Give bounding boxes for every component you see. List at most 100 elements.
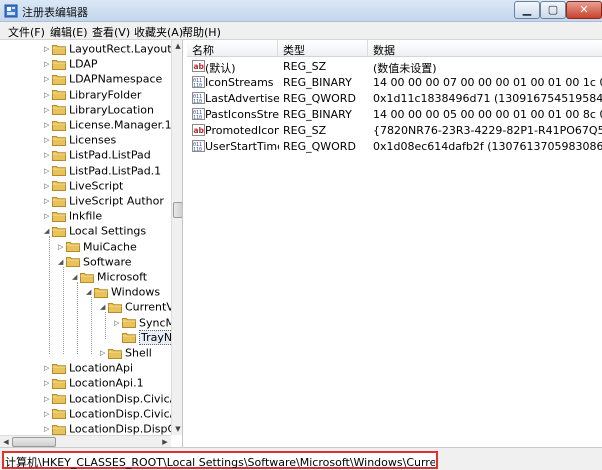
menu-help[interactable]: 帮助(H)	[182, 24, 221, 40]
scroll-up-icon[interactable]: ▲	[172, 40, 182, 52]
menu-file[interactable]: 文件(F)	[8, 24, 45, 40]
value-name: LastAdvertise...	[205, 92, 279, 105]
expand-arrow-icon[interactable]: ▷	[44, 151, 52, 159]
tree-node[interactable]: ▷ Shell	[100, 346, 152, 361]
collapse-arrow-icon[interactable]: ◢	[72, 273, 80, 281]
expand-arrow-icon[interactable]: ▷	[44, 379, 52, 387]
tree-node[interactable]: TrayNo	[114, 330, 171, 346]
expand-arrow-icon[interactable]: ▷	[44, 212, 52, 220]
string-value-icon: ab	[192, 124, 205, 136]
tree-node-label: License.Manager.1	[69, 118, 171, 132]
tree-node[interactable]: ▷ LocationApi.1	[44, 376, 144, 391]
tree-horizontal-scroll-thumb[interactable]	[12, 437, 56, 447]
registry-value-row[interactable]: ab (默认) REG_SZ (数值未设置)	[187, 58, 602, 75]
registry-value-row[interactable]: 011 110 UserStartTime REG_QWORD 0x1d08ec614d…	[187, 138, 602, 154]
tree-guide-line	[105, 312, 106, 339]
tree-node-label: ListPad.ListPad	[69, 148, 151, 162]
expand-arrow-icon[interactable]: ▷	[58, 243, 66, 251]
tree-node[interactable]: ◢ Software	[58, 255, 132, 270]
minimize-button[interactable]: ▁	[514, 1, 540, 19]
tree-node[interactable]: ▷ LocationDisp.CivicAddr	[44, 392, 171, 407]
expand-arrow-icon[interactable]: ▷	[44, 91, 52, 99]
column-header-name[interactable]: 名称	[192, 42, 214, 58]
tree-node[interactable]: ▷ LiveScript Author	[44, 194, 164, 209]
expand-arrow-icon[interactable]: ▷	[44, 106, 52, 114]
registry-value-row[interactable]: 011110PastIconsStream REG_BINARY 14 00 00 …	[187, 106, 602, 122]
tree-node-label: LiveScript Author	[69, 194, 164, 208]
expand-arrow-icon[interactable]: ▷	[44, 60, 52, 68]
tree-node[interactable]: ◢ CurrentVe	[100, 300, 171, 315]
expand-arrow-icon[interactable]: ▷	[44, 410, 52, 418]
tree-node[interactable]: ◢ Microsoft	[72, 270, 147, 285]
collapse-arrow-icon[interactable]: ◢	[86, 288, 94, 296]
collapse-arrow-icon[interactable]: ◢	[58, 258, 66, 266]
expand-arrow-icon[interactable]: ▷	[44, 45, 52, 53]
tree-node[interactable]: ▷ LocationDisp.CivicAddr	[44, 407, 171, 422]
maximize-button[interactable]: ▢	[540, 1, 566, 19]
status-path-highlight: 计算机\HKEY_CLASSES_ROOT\Local Settings\Sof…	[2, 451, 438, 469]
tree-node[interactable]: ▷ SyncM	[114, 316, 171, 331]
menu-edit[interactable]: 编辑(E)	[50, 24, 88, 40]
tree-node[interactable]: ◢ Local Settings	[44, 224, 146, 239]
tree-node[interactable]: ▷ LibraryLocation	[44, 103, 154, 118]
tree-node[interactable]: ▷ LiveScript	[44, 179, 123, 194]
tree-node-label: CurrentVe	[125, 300, 171, 314]
tree-node[interactable]: ▷ Licenses	[44, 133, 116, 148]
tree-node[interactable]: ▷ LDAPNamespace	[44, 72, 162, 87]
tree-node[interactable]: ▷ lnkfile	[44, 209, 102, 224]
value-name: PastIconsStream	[205, 108, 279, 121]
column-header-data[interactable]: 数据	[373, 42, 395, 58]
expand-arrow-icon[interactable]: ▷	[44, 425, 52, 433]
column-header-type[interactable]: 类型	[283, 42, 305, 58]
tree-node[interactable]: ▷ License.Manager.1	[44, 118, 171, 133]
expand-arrow-icon[interactable]: ▷	[114, 319, 122, 327]
tree-vertical-scroll-thumb[interactable]	[173, 202, 182, 218]
tree-node[interactable]: ▷ LDAP	[44, 57, 98, 72]
tree-horizontal-scrollbar[interactable]: ◀ ▶	[0, 435, 171, 447]
scroll-right-icon[interactable]: ▶	[159, 436, 171, 447]
tree-node[interactable]: ▷ LocationDisp.DispCivica	[44, 422, 171, 436]
collapse-arrow-icon[interactable]: ◢	[44, 227, 52, 235]
expand-arrow-icon[interactable]: ▷	[44, 75, 52, 83]
tree-vertical-scrollbar[interactable]: ▲ ▼	[171, 40, 182, 435]
tree-node[interactable]: ◢ Windows	[86, 285, 160, 300]
expand-arrow-icon[interactable]: ▷	[100, 349, 108, 357]
scroll-down-icon[interactable]: ▼	[172, 423, 182, 435]
column-divider[interactable]	[367, 40, 368, 57]
close-button[interactable]: ✕	[566, 1, 602, 19]
registry-value-row[interactable]: 011110LastAdvertise... REG_QWORD 0x1d11c18…	[187, 90, 602, 106]
folder-icon	[66, 256, 80, 268]
folder-icon	[52, 165, 66, 177]
expand-arrow-icon[interactable]: ▷	[44, 395, 52, 403]
registry-value-row[interactable]: 011 110 IconStreams REG_BINARY 14 00 00 00 0…	[187, 74, 602, 90]
tree-node[interactable]: ▷ LibraryFolder	[44, 88, 141, 103]
expand-arrow-icon[interactable]: ▷	[44, 364, 52, 372]
expand-arrow-icon[interactable]: ▷	[44, 167, 52, 175]
scroll-left-icon[interactable]: ◀	[0, 436, 12, 447]
column-divider[interactable]	[277, 40, 278, 57]
svg-text:110: 110	[193, 99, 202, 104]
expand-arrow-icon[interactable]: ▷	[44, 121, 52, 129]
folder-icon	[52, 211, 66, 222]
tree-node[interactable]: ▷ LocationApi	[44, 361, 133, 376]
expand-arrow-icon[interactable]: ▷	[44, 136, 52, 144]
tree-guide-line	[49, 236, 50, 354]
registry-value-row[interactable]: abPromotedIcon... REG_SZ {7820NR76-23R3-42…	[187, 122, 602, 138]
value-type: REG_BINARY	[283, 108, 352, 121]
tree-node-label: LocationApi.1	[69, 376, 144, 390]
folder-icon	[52, 378, 66, 389]
tree-node[interactable]: ▷ LayoutRect.LayoutRect.	[44, 42, 171, 57]
tree-node[interactable]: ▷ MuiCache	[58, 240, 137, 255]
collapse-arrow-icon[interactable]: ◢	[100, 303, 108, 311]
value-data: 14 00 00 00 07 00 00 00 01 00 01 00 1c 0…	[373, 76, 602, 89]
menu-view[interactable]: 查看(V)	[92, 24, 130, 40]
tree-node-label: LocationDisp.DispCivica	[69, 422, 171, 436]
tree-node[interactable]: ▷ ListPad.ListPad	[44, 148, 151, 163]
tree-node[interactable]: ▷ ListPad.ListPad.1	[44, 164, 161, 179]
menu-favorites[interactable]: 收藏夹(A)	[134, 24, 183, 40]
expand-arrow-icon[interactable]: ▷	[44, 197, 52, 205]
menu-bar: 文件(F) 编辑(E) 查看(V) 收藏夹(A) 帮助(H)	[0, 22, 602, 40]
folder-icon	[52, 363, 66, 374]
tree-node-label: Shell	[125, 346, 152, 360]
expand-arrow-icon[interactable]: ▷	[44, 182, 52, 190]
